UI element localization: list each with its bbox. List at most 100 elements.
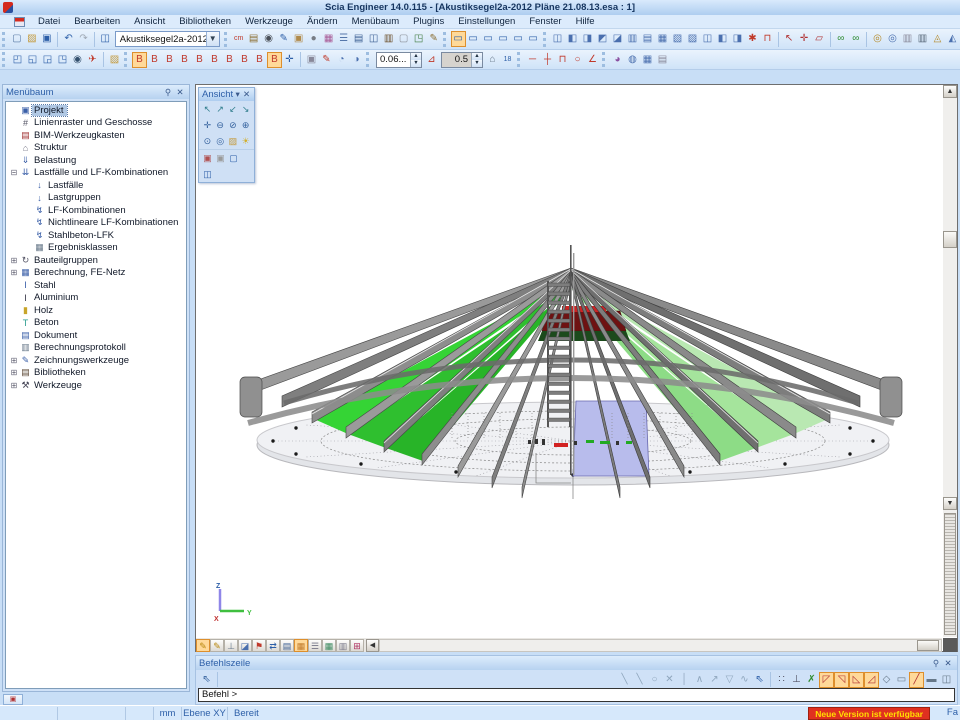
- beam-toggle-7-icon[interactable]: ▤: [640, 31, 655, 47]
- link-1-icon[interactable]: ∞: [833, 31, 848, 47]
- gray-table-icon[interactable]: ▥: [336, 639, 350, 652]
- project-combobox[interactable]: Akustiksegel2a-2012 ▼: [115, 31, 220, 47]
- chevron-down-icon[interactable]: ▾: [233, 89, 242, 100]
- angle-icon[interactable]: ∠: [585, 52, 600, 68]
- tree-item-belastung[interactable]: ⇓Belastung: [6, 154, 186, 167]
- spinner-buttons[interactable]: ▲▼: [410, 53, 421, 67]
- camera-icon[interactable]: ▣: [201, 151, 214, 165]
- tree-item-berechnung-fe-netz[interactable]: ⊞▦Berechnung, FE-Netz: [6, 267, 186, 280]
- binocular-1-icon[interactable]: ◎: [870, 31, 885, 47]
- render-mode-icon[interactable]: ◫: [201, 167, 214, 181]
- fly-view-icon[interactable]: ✈: [85, 52, 100, 68]
- bracket-open-icon[interactable]: ⊓: [555, 52, 570, 68]
- zoom-in-icon[interactable]: ⊕: [239, 118, 252, 132]
- activity-3-icon[interactable]: B: [162, 52, 177, 68]
- toolbar-grip[interactable]: [602, 52, 607, 67]
- tree-item-struktur[interactable]: ⌂Struktur: [6, 142, 186, 155]
- rows-icon[interactable]: ☰: [336, 31, 351, 47]
- viewport-3d[interactable]: Z X Y Ansicht ▾ ✕ ↖↗↙↘ ✛⊖⊘⊕ ⊙◎▨☀ ▣▣▢ ◫ ✎…: [195, 84, 958, 652]
- label-icon[interactable]: ▤: [655, 52, 670, 68]
- beam-toggle-2-icon[interactable]: ◧: [565, 31, 580, 47]
- triangle-side-icon[interactable]: ◭: [945, 31, 960, 47]
- menu-bearbeiten[interactable]: Bearbeiten: [67, 15, 127, 28]
- toolbar-grip[interactable]: [2, 32, 6, 47]
- tree-item-beton[interactable]: TBeton: [6, 317, 186, 330]
- beam-toggle-8-icon[interactable]: ▦: [655, 31, 670, 47]
- arrow-tool-icon[interactable]: ↗: [707, 672, 722, 688]
- zoom-out-icon[interactable]: ⊖: [214, 118, 227, 132]
- activity-8-icon[interactable]: B: [237, 52, 252, 68]
- spinner-down-icon[interactable]: ▼: [411, 60, 421, 67]
- view-axo-1-icon[interactable]: ↖: [201, 102, 214, 116]
- spinner-up-icon[interactable]: ▲: [411, 53, 421, 60]
- spinner-down-icon[interactable]: ▼: [472, 60, 482, 67]
- status-unit[interactable]: mm: [154, 707, 182, 720]
- grid-color-icon[interactable]: ⊞: [350, 639, 364, 652]
- brush-icon[interactable]: ✎: [319, 52, 334, 68]
- expander-plus-icon[interactable]: ⊞: [9, 381, 19, 390]
- beam-toggle-12-icon[interactable]: ◧: [715, 31, 730, 47]
- draw-pencil-2-icon[interactable]: ✎: [210, 639, 224, 652]
- toolbar-grip[interactable]: [517, 52, 522, 67]
- angle-tool-icon[interactable]: ∧: [692, 672, 707, 688]
- grid-cross-icon[interactable]: ┼: [540, 52, 555, 68]
- snap-edge-icon[interactable]: ▭: [894, 672, 909, 688]
- beam-toggle-13-icon[interactable]: ◨: [730, 31, 745, 47]
- delete-tool-icon[interactable]: ✕: [662, 672, 677, 688]
- tree-item-lastgruppen[interactable]: ↓Lastgruppen: [6, 192, 186, 205]
- snap-orthogonal-icon[interactable]: ◿: [864, 672, 879, 688]
- draw-pencil-1-icon[interactable]: ✎: [196, 639, 210, 652]
- snap-line-icon[interactable]: ╱: [909, 672, 924, 688]
- light-icon[interactable]: ☀: [239, 134, 252, 148]
- annotate-icon[interactable]: ✎: [426, 31, 441, 47]
- zoom-table-icon[interactable]: ◍: [625, 52, 640, 68]
- v-scroll-thumb[interactable]: [943, 231, 957, 248]
- scroll-left-button[interactable]: ◀: [366, 639, 379, 652]
- beam-toggle-4-icon[interactable]: ◩: [595, 31, 610, 47]
- beam-toggle-6-icon[interactable]: ▥: [625, 31, 640, 47]
- activity-6-icon[interactable]: B: [207, 52, 222, 68]
- tree-item-stahlbeton-lfk[interactable]: ↯Stahlbeton-LFK: [6, 229, 186, 242]
- line-icon[interactable]: ─: [525, 52, 540, 68]
- crosshair-icon[interactable]: ✛: [282, 52, 297, 68]
- snap-midpoint-icon[interactable]: ◸: [819, 672, 834, 688]
- tree-item-lastfaelle-lf-kombinationen[interactable]: ⊟⇊Lastfälle und LF-Kombinationen: [6, 167, 186, 180]
- scale-spinner[interactable]: 0.06... ▲▼: [376, 52, 422, 68]
- beam-toggle-10-icon[interactable]: ▨: [685, 31, 700, 47]
- expander-plus-icon[interactable]: ⊞: [9, 368, 19, 377]
- units-icon[interactable]: cm: [231, 31, 246, 47]
- tree-item-bauteilgruppen[interactable]: ⊞↻Bauteilgruppen: [6, 254, 186, 267]
- snap-grid-icon[interactable]: ◫: [939, 672, 954, 688]
- tree-item-werkzeuge[interactable]: ⊞⚒Werkzeuge: [6, 379, 186, 392]
- spinner-up-icon[interactable]: ▲: [472, 53, 482, 60]
- view-window-2-icon[interactable]: ▭: [466, 31, 481, 47]
- mesh-color-icon[interactable]: ▦: [294, 639, 308, 652]
- menubaum-dock-tab[interactable]: ▣: [3, 694, 23, 705]
- select-cursor-icon[interactable]: ↖: [782, 31, 797, 47]
- select-crosshair-icon[interactable]: ✛: [797, 31, 812, 47]
- export-icon[interactable]: ◳: [411, 31, 426, 47]
- flag-toggle-icon[interactable]: ⚑: [252, 639, 266, 652]
- menu-bibliotheken[interactable]: Bibliotheken: [172, 15, 238, 28]
- polyline-tool-icon[interactable]: ╲: [632, 672, 647, 688]
- undo-icon[interactable]: ↶: [61, 31, 76, 47]
- toolbar-grip[interactable]: [443, 32, 447, 47]
- tree-item-zeichnungswerkzeuge[interactable]: ⊞✎Zeichnungswerkzeuge: [6, 354, 186, 367]
- zoom-window-icon[interactable]: ⊘: [227, 118, 240, 132]
- view-window-3-icon[interactable]: ▭: [481, 31, 496, 47]
- h-scrollbar[interactable]: [379, 639, 942, 652]
- new-document-icon[interactable]: ▢: [9, 31, 24, 47]
- circle-tool-icon[interactable]: ○: [647, 672, 662, 688]
- activity-1-icon[interactable]: B: [132, 52, 147, 68]
- menu-einstellungen[interactable]: Einstellungen: [451, 15, 522, 28]
- zoom-all-icon[interactable]: ⊙: [201, 134, 214, 148]
- copy-rows-icon[interactable]: ▥: [900, 31, 915, 47]
- axis-view-icon[interactable]: ✛: [201, 118, 214, 132]
- pick-cursor-icon[interactable]: ⇖: [199, 672, 214, 688]
- tree-item-lf-kombinationen[interactable]: ↯LF-Kombinationen: [6, 204, 186, 217]
- expander-plus-icon[interactable]: ⊞: [9, 256, 19, 265]
- open-project-folder-icon[interactable]: ▨: [107, 52, 122, 68]
- tree-item-aluminium[interactable]: IAluminium: [6, 292, 186, 305]
- hatch-icon[interactable]: ⊿: [424, 52, 439, 68]
- menu-ansicht[interactable]: Ansicht: [127, 15, 172, 28]
